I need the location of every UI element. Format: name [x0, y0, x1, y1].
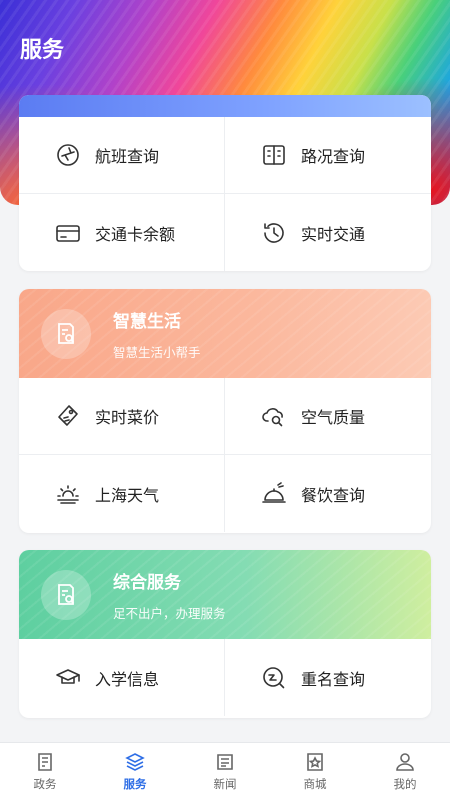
history-icon [259, 218, 289, 248]
mall-icon [307, 753, 323, 771]
service-item-flight[interactable]: 航班查询 [19, 117, 225, 194]
name-search-icon [259, 663, 289, 693]
tab-label: 服务 [123, 777, 147, 791]
service-item-live-traffic[interactable]: 实时交通 [225, 194, 431, 271]
integrated-services-card: 综合服务 足不出户，办理服务 入学信息 重名查询 [19, 550, 431, 718]
road-icon [259, 140, 289, 170]
tab-me[interactable]: 我的 [360, 743, 450, 800]
service-item-label: 实时菜价 [95, 408, 160, 427]
weather-icon [53, 479, 83, 509]
tab-label: 政务 [33, 777, 57, 791]
service-item-name-search[interactable]: 重名查询 [225, 639, 431, 716]
service-item-label: 入学信息 [95, 669, 160, 689]
tab-news[interactable]: 新闻 [180, 743, 270, 800]
integrated-services-banner[interactable]: 综合服务 足不出户，办理服务 [19, 550, 431, 639]
graduation-cap-icon [53, 663, 83, 693]
cloud-search-icon [259, 401, 289, 431]
service-item-label: 空气质量 [301, 408, 366, 427]
bottom-tab-bar: 政务 服务 新闻 商城 我的 [0, 742, 450, 800]
smart-life-banner[interactable]: 智慧生活 智慧生活小帮手 [19, 289, 431, 378]
price-tag-icon [53, 401, 83, 431]
service-item-enrollment[interactable]: 入学信息 [19, 639, 225, 716]
service-item-dining[interactable]: 餐饮查询 [225, 455, 431, 532]
layers-icon [125, 753, 145, 771]
card-icon [53, 218, 83, 248]
service-item-label: 航班查询 [95, 147, 160, 166]
page-title: 服务 [20, 38, 65, 63]
banner-title: 智慧生活 [113, 311, 181, 332]
tab-mall[interactable]: 商城 [270, 743, 360, 800]
banner-subtitle: 足不出户，办理服务 [113, 605, 226, 621]
traffic-card-header [19, 95, 431, 117]
dining-icon [259, 479, 289, 509]
service-item-label: 实时交通 [301, 224, 366, 244]
service-item-label: 路况查询 [301, 147, 366, 166]
service-item-road[interactable]: 路况查询 [225, 117, 431, 194]
tab-label: 新闻 [213, 777, 237, 791]
banner-subtitle: 智慧生活小帮手 [113, 344, 201, 360]
service-item-veg-price[interactable]: 实时菜价 [19, 378, 225, 455]
news-icon [217, 754, 233, 770]
service-item-label: 餐饮查询 [301, 485, 366, 505]
tab-label: 我的 [393, 777, 417, 791]
service-item-weather[interactable]: 上海天气 [19, 455, 225, 532]
smart-life-card: 智慧生活 智慧生活小帮手 实时菜价 空气质量 上海天气 餐饮查询 [19, 289, 431, 533]
service-item-card-balance[interactable]: 交通卡余额 [19, 194, 225, 271]
tab-services[interactable]: 服务 [90, 743, 180, 800]
traffic-card: 航班查询 路况查询 交通卡余额 实时交通 [19, 95, 431, 271]
service-item-label: 交通卡余额 [95, 224, 176, 244]
government-icon [38, 753, 52, 771]
service-item-air-quality[interactable]: 空气质量 [225, 378, 431, 455]
tab-label: 商城 [303, 777, 327, 791]
banner-title: 综合服务 [113, 572, 181, 593]
service-item-label: 重名查询 [301, 669, 366, 689]
service-item-label: 上海天气 [95, 485, 160, 505]
document-search-icon [41, 308, 91, 359]
flight-icon [53, 140, 83, 170]
document-search-icon [41, 569, 91, 620]
tab-government[interactable]: 政务 [0, 743, 90, 800]
user-icon [396, 753, 414, 771]
